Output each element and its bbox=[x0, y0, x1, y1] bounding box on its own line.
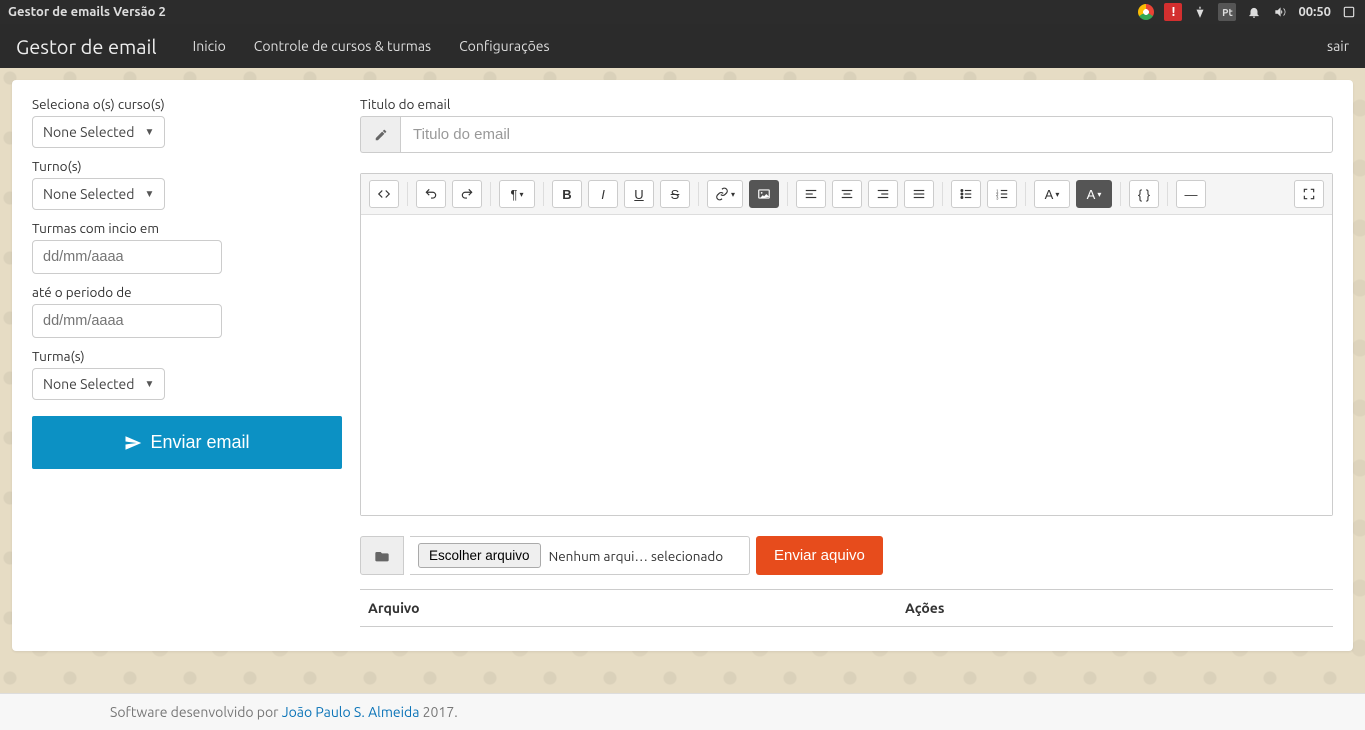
email-compose: Titulo do email ¶▾ bbox=[360, 96, 1333, 627]
code-block-button[interactable]: { } bbox=[1129, 180, 1159, 208]
file-upload-row: Escolher arquivo Nenhum arqui… seleciona… bbox=[360, 536, 1333, 575]
file-picker[interactable]: Escolher arquivo Nenhum arqui… seleciona… bbox=[410, 536, 750, 575]
align-justify-button[interactable] bbox=[904, 180, 934, 208]
turma-select[interactable]: None Selected ▼ bbox=[32, 368, 165, 400]
unordered-list-button[interactable] bbox=[951, 180, 981, 208]
image-button[interactable] bbox=[749, 180, 779, 208]
footer-author-link[interactable]: João Paulo S. Almeida bbox=[282, 704, 420, 720]
footer-prefix: Software desenvolvido por bbox=[110, 704, 282, 720]
toolbar-separator bbox=[543, 182, 544, 206]
chevron-down-icon: ▼ bbox=[144, 126, 154, 138]
curso-label: Seleciona o(s) curso(s) bbox=[32, 96, 340, 112]
brand-title: Gestor de email bbox=[16, 35, 157, 58]
toolbar-separator bbox=[1025, 182, 1026, 206]
inicio-label: Turmas com incio em bbox=[32, 220, 340, 236]
font-color-button[interactable]: A▾ bbox=[1034, 180, 1070, 208]
toolbar-separator bbox=[490, 182, 491, 206]
send-email-label: Enviar email bbox=[150, 432, 249, 453]
col-arquivo: Arquivo bbox=[368, 600, 905, 616]
italic-button[interactable]: I bbox=[588, 180, 618, 208]
editor-body[interactable] bbox=[361, 215, 1332, 515]
window-title: Gestor de emails Versão 2 bbox=[8, 5, 1138, 19]
svg-text:3: 3 bbox=[996, 195, 999, 200]
align-right-button[interactable] bbox=[868, 180, 898, 208]
toolbar-separator bbox=[942, 182, 943, 206]
toolbar-separator bbox=[1120, 182, 1121, 206]
undo-button[interactable] bbox=[416, 180, 446, 208]
turma-selected: None Selected bbox=[43, 376, 134, 392]
background-color-button[interactable]: A▾ bbox=[1076, 180, 1112, 208]
turno-select[interactable]: None Selected ▼ bbox=[32, 178, 165, 210]
align-left-button[interactable] bbox=[796, 180, 826, 208]
code-view-button[interactable] bbox=[369, 180, 399, 208]
strike-button[interactable]: S bbox=[660, 180, 690, 208]
paragraph-style-button[interactable]: ¶▾ bbox=[499, 180, 535, 208]
turno-selected: None Selected bbox=[43, 186, 134, 202]
power-icon[interactable] bbox=[1341, 4, 1357, 20]
paper-plane-icon bbox=[124, 434, 142, 452]
system-tray: ! Pt 00:50 bbox=[1138, 3, 1357, 21]
fim-date-input[interactable] bbox=[32, 304, 222, 338]
toolbar-separator bbox=[407, 182, 408, 206]
alert-icon[interactable]: ! bbox=[1164, 3, 1182, 21]
toolbar-separator bbox=[787, 182, 788, 206]
volume-icon[interactable] bbox=[1272, 4, 1288, 20]
sidebar-form: Seleciona o(s) curso(s) None Selected ▼ … bbox=[20, 96, 340, 627]
title-input-group bbox=[360, 116, 1333, 153]
toolbar-separator bbox=[1167, 182, 1168, 206]
table-header-row: Arquivo Ações bbox=[360, 590, 1333, 626]
bold-button[interactable]: B bbox=[552, 180, 582, 208]
ordered-list-button[interactable]: 123 bbox=[987, 180, 1017, 208]
turno-label: Turno(s) bbox=[32, 158, 340, 174]
notification-bell-icon[interactable] bbox=[1246, 4, 1262, 20]
choose-file-button[interactable]: Escolher arquivo bbox=[418, 543, 541, 568]
align-center-button[interactable] bbox=[832, 180, 862, 208]
plugin-icon[interactable] bbox=[1192, 4, 1208, 20]
editor-toolbar: ¶▾ B I U S ▾ bbox=[361, 174, 1332, 215]
app-navbar: Gestor de email Inicio Controle de curso… bbox=[0, 24, 1365, 68]
redo-button[interactable] bbox=[452, 180, 482, 208]
nav-configuracoes[interactable]: Configurações bbox=[459, 38, 549, 54]
send-email-button[interactable]: Enviar email bbox=[32, 416, 342, 469]
nav-inicio[interactable]: Inicio bbox=[193, 38, 226, 54]
clock: 00:50 bbox=[1298, 5, 1331, 19]
pencil-icon bbox=[360, 116, 400, 153]
upload-file-button[interactable]: Enviar aquivo bbox=[756, 536, 883, 575]
inicio-date-input[interactable] bbox=[32, 240, 222, 274]
toolbar-separator bbox=[698, 182, 699, 206]
fim-label: até o periodo de bbox=[32, 284, 340, 300]
underline-button[interactable]: U bbox=[624, 180, 654, 208]
footer-suffix: 2017. bbox=[419, 704, 457, 720]
horizontal-rule-button[interactable]: — bbox=[1176, 180, 1206, 208]
keyboard-layout-badge[interactable]: Pt bbox=[1218, 3, 1236, 21]
turma-label: Turma(s) bbox=[32, 348, 340, 364]
email-title-input[interactable] bbox=[400, 116, 1333, 153]
fullscreen-button[interactable] bbox=[1294, 180, 1324, 208]
link-button[interactable]: ▾ bbox=[707, 180, 743, 208]
chevron-down-icon: ▼ bbox=[144, 378, 154, 390]
col-acoes: Ações bbox=[905, 600, 1325, 616]
chrome-icon[interactable] bbox=[1138, 4, 1154, 20]
main-panel: Seleciona o(s) curso(s) None Selected ▼ … bbox=[12, 80, 1353, 651]
curso-select[interactable]: None Selected ▼ bbox=[32, 116, 165, 148]
title-label: Titulo do email bbox=[360, 96, 1333, 112]
attachments-table: Arquivo Ações bbox=[360, 589, 1333, 627]
os-top-bar: Gestor de emails Versão 2 ! Pt 00:50 bbox=[0, 0, 1365, 24]
nav-cursos-turmas[interactable]: Controle de cursos & turmas bbox=[254, 38, 431, 54]
nav-logout[interactable]: sair bbox=[1327, 38, 1349, 54]
footer: Software desenvolvido por João Paulo S. … bbox=[0, 693, 1365, 730]
file-none-label: Nenhum arqui… selecionado bbox=[549, 548, 724, 564]
rich-editor: ¶▾ B I U S ▾ bbox=[360, 173, 1333, 516]
curso-selected: None Selected bbox=[43, 124, 134, 140]
folder-open-icon bbox=[360, 536, 404, 575]
chevron-down-icon: ▼ bbox=[144, 188, 154, 200]
